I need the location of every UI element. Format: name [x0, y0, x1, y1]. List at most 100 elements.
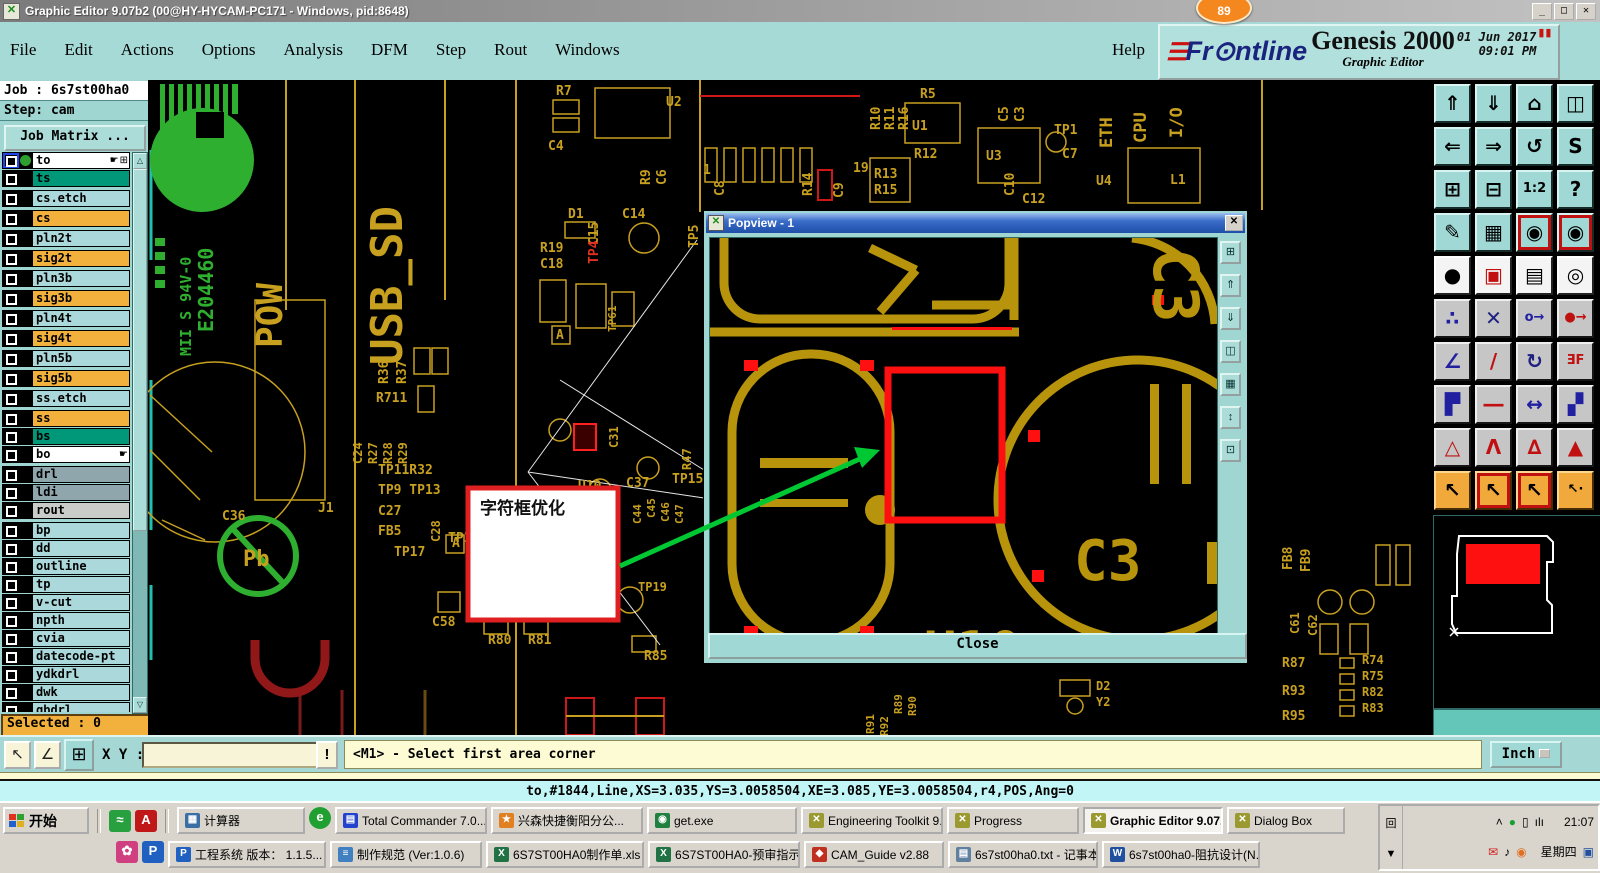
layer-name[interactable]: gbdrl [33, 703, 129, 712]
layer-row-sig4t[interactable]: sig4t [2, 330, 130, 347]
shapes-icon[interactable]: ▞ [1557, 385, 1594, 424]
layer-row-ss[interactable]: ss [2, 410, 130, 427]
layer-checkbox[interactable] [3, 311, 19, 326]
layer-row-pln3b[interactable]: pln3b [2, 270, 130, 287]
popview-close-button[interactable]: Close [708, 633, 1247, 659]
minimize-button[interactable]: _ [1532, 2, 1552, 20]
taskbar-button[interactable]: P 工程系统 版本： 1.1.5... [168, 841, 326, 868]
dimension-icon[interactable]: ↔ [1516, 385, 1553, 424]
clipboard-icon[interactable]: ▯ [1522, 815, 1529, 829]
copy-pad-icon[interactable]: ▛ [1434, 385, 1471, 424]
browser-icon[interactable]: ◉ [1516, 845, 1526, 859]
layer-name[interactable]: dd [33, 541, 129, 556]
layer-name[interactable]: outline [33, 559, 129, 574]
menu-edit[interactable]: Edit [64, 40, 92, 60]
select-frame-icon[interactable]: ↖ [1475, 471, 1512, 510]
menu-rout[interactable]: Rout [494, 40, 527, 60]
collapse-icon[interactable]: ˄ [1496, 815, 1503, 829]
layer-checkbox[interactable] [3, 331, 19, 346]
layer-row-v-cut[interactable]: v-cut [2, 594, 130, 611]
layer-name[interactable]: bp [33, 523, 129, 538]
layer-row-ss.etch[interactable]: ss.etch [2, 390, 130, 407]
serpentine-icon[interactable]: S [1557, 127, 1594, 166]
network-icon[interactable]: ılı [1535, 815, 1544, 829]
xy-input[interactable] [142, 742, 319, 768]
layer-name[interactable]: ss.etch [33, 391, 129, 406]
layer-row-ldi[interactable]: ldi [2, 484, 130, 501]
layer-name[interactable]: pln5b [33, 351, 129, 366]
quick-launch-green-icon[interactable]: ≈ [109, 809, 131, 832]
arc-direction-icon[interactable]: ↻ [1516, 342, 1553, 381]
layer-row-gbdrl[interactable]: gbdrl [2, 702, 130, 712]
previous-view-icon[interactable]: ↺ [1516, 127, 1553, 166]
popview-close-x[interactable]: ✕ [1225, 215, 1243, 231]
taskbar-button[interactable]: ✕ Dialog Box [1227, 807, 1345, 834]
popview-title-bar[interactable]: ✕ Popview - 1 ✕ [706, 213, 1245, 233]
layer-checkbox[interactable] [3, 559, 19, 574]
taskbar-button[interactable]: ▤ 6s7st00ha0.txt - 记事本 [948, 841, 1098, 868]
taskbar-button[interactable]: ◆ CAM_Guide v2.88 [804, 841, 944, 868]
qq-icon[interactable]: ✿ [116, 841, 138, 863]
menu-dfm[interactable]: DFM [371, 40, 408, 60]
layer-checkbox[interactable] [3, 231, 19, 246]
layer-checkbox[interactable] [3, 251, 19, 266]
trapezoid-wide-icon[interactable]: ▲ [1557, 428, 1594, 467]
layer-name[interactable]: dwk [33, 685, 129, 700]
layer-checkbox[interactable] [3, 447, 19, 462]
ie-icon[interactable]: e [309, 807, 331, 829]
measure-edge-icon[interactable]: ●→ [1557, 299, 1594, 338]
layer-row-dwk[interactable]: dwk [2, 684, 130, 701]
delete-icon[interactable]: ✕ [1475, 299, 1512, 338]
triangle-up-icon[interactable]: △ [1434, 428, 1471, 467]
layer-name[interactable]: ldi [33, 485, 129, 500]
layer-checkbox[interactable] [3, 291, 19, 306]
layer-name[interactable]: pln3b [33, 271, 129, 286]
grid-toggle-button[interactable]: ⊞ [64, 739, 94, 771]
layer-checkbox[interactable] [3, 703, 19, 712]
layer-name[interactable]: cs.etch [33, 191, 129, 206]
menu-analysis[interactable]: Analysis [284, 40, 344, 60]
taskbar-button[interactable]: ◉ get.exe [647, 807, 797, 834]
grid-icon[interactable]: ▦ [1475, 213, 1512, 252]
layer-row-drl[interactable]: drl [2, 466, 130, 483]
select-single-icon[interactable]: ↖ [1434, 471, 1471, 510]
layer-checkbox[interactable] [3, 685, 19, 700]
layer-row-dd[interactable]: dd [2, 540, 130, 557]
layer-row-datecode-pt[interactable]: datecode-pt [2, 648, 130, 665]
layer-row-bs[interactable]: bs [2, 428, 130, 445]
layer-checkbox[interactable] [3, 411, 19, 426]
scroll-up-button[interactable]: △ [133, 153, 147, 169]
pan-right-icon[interactable]: ⇒ [1475, 127, 1512, 166]
pad-snap-icon[interactable]: ◎ [1557, 256, 1594, 295]
taskbar-button[interactable]: ✕ Progress [947, 807, 1079, 834]
layer-checkbox[interactable] [3, 503, 19, 518]
layer-row-tp[interactable]: tp [2, 576, 130, 593]
alert-button[interactable]: ! [316, 741, 338, 769]
window-xy-icon[interactable]: ◫ [1557, 84, 1594, 123]
popview-pan-up-icon[interactable]: ⇑ [1220, 274, 1241, 297]
layer-row-pln5b[interactable]: pln5b [2, 350, 130, 367]
layer-row-outline[interactable]: outline [2, 558, 130, 575]
popview-window-icon[interactable]: ◫ [1220, 340, 1241, 363]
layer-name[interactable]: pln4t [33, 311, 129, 326]
volume-icon[interactable]: ♪ [1504, 845, 1510, 859]
select-poly-icon[interactable]: ↖ [1516, 471, 1553, 510]
view-copy-down-icon[interactable]: ⇓ [1475, 84, 1512, 123]
popview-center-icon[interactable]: ⊡ [1220, 439, 1241, 462]
layer-checkbox[interactable] [3, 467, 19, 482]
start-button[interactable]: 开始 [3, 807, 89, 834]
layer-name[interactable]: pln2t [33, 231, 129, 246]
setup-tools-icon[interactable]: ✎ [1434, 213, 1471, 252]
layer-name[interactable]: npth [33, 613, 129, 628]
layer-row-cvia[interactable]: cvia [2, 630, 130, 647]
taskbar-button[interactable]: ▤ Total Commander 7.0... [335, 807, 487, 834]
scroll-thumb[interactable] [133, 169, 147, 531]
taskbar-button[interactable]: ▦ 计算器 [177, 807, 305, 834]
layer-row-cs[interactable]: cs [2, 210, 130, 227]
taskbar-button[interactable]: W 6s7st00ha0-阻抗设计(N... [1102, 841, 1260, 868]
layer-name[interactable]: sig2t [33, 251, 129, 266]
taskbar-button[interactable]: X 6S7ST00HA0-预审指示.... [648, 841, 800, 868]
layer-name[interactable]: bs [33, 429, 129, 444]
layer-row-bo[interactable]: bo ☛ [2, 446, 130, 463]
menu-file[interactable]: File [10, 40, 36, 60]
